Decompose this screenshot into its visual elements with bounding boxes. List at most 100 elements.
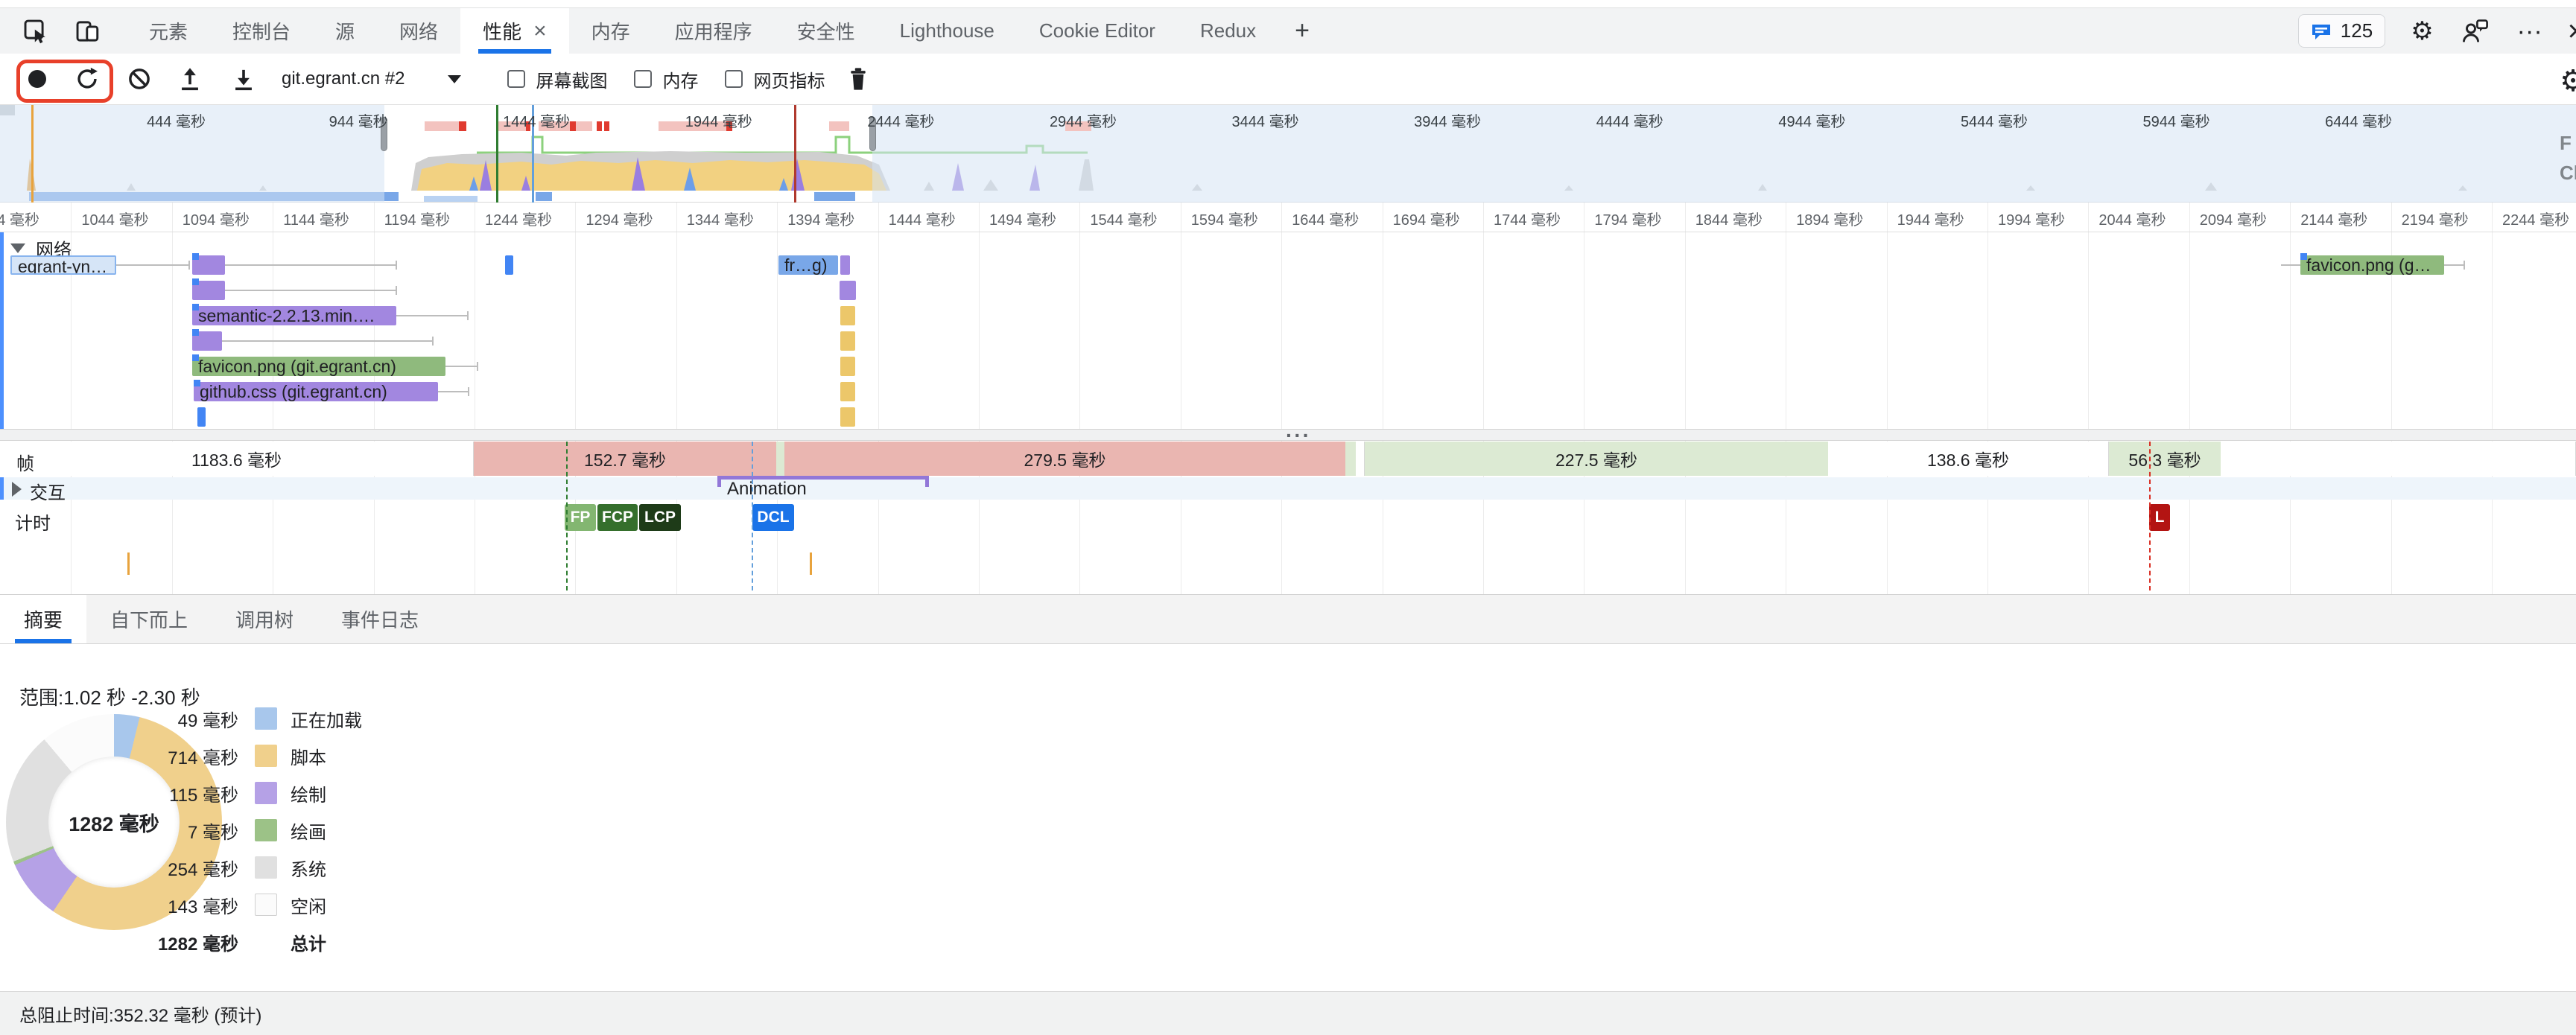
tab-源[interactable]: 源: [313, 8, 377, 54]
network-request-bar[interactable]: [840, 331, 855, 351]
legend-label: 总计: [291, 929, 326, 955]
network-request-bar[interactable]: [840, 306, 855, 325]
overview-marker-line: [31, 105, 34, 203]
tab-Redux[interactable]: Redux: [1178, 8, 1278, 54]
detail-time-ruler[interactable]: 994 毫秒1044 毫秒1094 毫秒1144 毫秒1194 毫秒1244 毫…: [0, 203, 2576, 232]
details-tab-摘要[interactable]: 摘要: [0, 595, 86, 643]
network-request-bar[interactable]: [197, 407, 206, 427]
details-panel: 摘要自下而上调用树事件日志 范围:1.02 秒 -2.30 秒 1282 毫秒 …: [0, 594, 2576, 991]
network-track-selected-indicator: [0, 232, 4, 429]
network-request-bar[interactable]: favicon.png (git.egrant.cn): [192, 357, 445, 376]
frame-bar[interactable]: [1359, 442, 1365, 476]
profile-select[interactable]: git.egrant.cn #2: [282, 69, 405, 89]
tab-安全性[interactable]: 安全性: [775, 8, 878, 54]
tab-性能[interactable]: 性能×: [460, 8, 569, 54]
capture-settings-gear-icon[interactable]: ⚙: [2560, 64, 2576, 98]
tab-应用程序[interactable]: 应用程序: [653, 8, 775, 54]
interactions-selected-indicator: [0, 477, 4, 500]
timing-marker-L[interactable]: L: [2149, 504, 2170, 531]
timeline-overview[interactable]: 444 毫秒944 毫秒1444 毫秒1944 毫秒2444 毫秒2944 毫秒…: [0, 105, 2576, 203]
details-tab-调用树[interactable]: 调用树: [212, 595, 317, 643]
record-button[interactable]: [28, 70, 46, 88]
devtools-tab-bar: 元素 控制台源网络性能× 内存应用程序安全性LighthouseCookie Edi…: [0, 7, 2576, 54]
tab-元素[interactable]: 元素: [127, 8, 210, 54]
timing-marker-FCP[interactable]: FCP: [597, 504, 638, 531]
tab-Cookie Editor[interactable]: Cookie Editor: [1017, 8, 1178, 54]
inspect-element-icon[interactable]: [19, 15, 52, 48]
tab-bar-right: 125 ⚙ ··· ×: [2298, 8, 2576, 54]
timing-marker-DCL[interactable]: DCL: [752, 504, 794, 531]
request-priority-icon: [192, 354, 199, 361]
ruler-label: 2144 毫秒: [2300, 208, 2367, 229]
tab-Lighthouse[interactable]: Lighthouse: [878, 8, 1017, 54]
profile-dropdown-caret[interactable]: [448, 75, 461, 83]
request-whisker-tick: [188, 261, 190, 270]
network-request-bar[interactable]: fr…g): [778, 255, 838, 275]
delete-recording-icon[interactable]: [846, 66, 871, 92]
overview-time-label: 5944 毫秒: [2091, 109, 2210, 131]
frame-bar[interactable]: 279.5 毫秒: [784, 442, 1345, 476]
tab-close-icon[interactable]: ×: [533, 19, 547, 44]
request-whisker: [225, 290, 396, 291]
request-waiting-segment: [2300, 255, 2349, 275]
frame-bar[interactable]: [2221, 442, 2576, 476]
network-request-bar[interactable]: [840, 382, 855, 401]
ruler-label: 2094 毫秒: [2200, 208, 2267, 229]
checkbox-网页指标[interactable]: [725, 70, 743, 88]
long-task-tip: [604, 121, 609, 131]
ruler-label: 1494 毫秒: [989, 208, 1056, 229]
more-options-icon[interactable]: ···: [2517, 19, 2542, 44]
legend-swatch: [255, 707, 277, 730]
network-request-bar[interactable]: semantic-2.2.13.min….: [192, 306, 396, 325]
frame-bar[interactable]: 1183.6 毫秒: [0, 442, 474, 476]
frame-bar[interactable]: 138.6 毫秒: [1828, 442, 2109, 476]
legend-label: 正在加载: [291, 706, 362, 732]
page-top-strip: [0, 0, 2576, 7]
request-whisker-tick: [468, 387, 469, 396]
frame-bar[interactable]: [776, 442, 784, 476]
expand-triangle-icon[interactable]: [12, 482, 22, 497]
tab-label: 控制台: [232, 17, 291, 45]
donut-total-label: 1282 毫秒: [6, 714, 222, 930]
network-request-bar[interactable]: egrant-yn…: [10, 255, 116, 275]
timing-marker-LCP[interactable]: LCP: [639, 504, 681, 531]
timing-marker-FP[interactable]: FP: [565, 504, 596, 531]
legend-swatch: [255, 745, 277, 767]
device-toolbar-icon[interactable]: [72, 15, 104, 48]
settings-gear-icon[interactable]: ⚙: [2411, 19, 2433, 44]
frame-bar[interactable]: 56.3 毫秒: [2109, 442, 2221, 476]
add-tab-button[interactable]: +: [1278, 8, 1326, 54]
checkbox-屏幕截图[interactable]: [507, 70, 525, 88]
close-devtools-icon[interactable]: ×: [2568, 16, 2576, 46]
track-resize-handle[interactable]: ···: [0, 429, 2576, 441]
network-request-bar[interactable]: favicon.png (g…: [2300, 255, 2444, 275]
clear-recording-icon[interactable]: [127, 66, 152, 92]
tab-控制台[interactable]: 控制台: [210, 8, 313, 54]
request-whisker: [396, 315, 467, 316]
save-profile-icon[interactable]: [231, 66, 256, 92]
ruler-label: 1844 毫秒: [1695, 208, 1763, 229]
tab-内存[interactable]: 内存: [569, 8, 653, 54]
total-blocking-time-label: 总阻止时间:352.32 毫秒 (预计): [19, 1001, 261, 1027]
tab-label: 元素: [149, 17, 188, 45]
issues-counter[interactable]: 125: [2298, 14, 2385, 48]
feedback-person-icon[interactable]: [2459, 15, 2492, 48]
tab-label: 内存: [591, 17, 630, 45]
ruler-label: 1194 毫秒: [384, 208, 451, 229]
network-request-bar[interactable]: [505, 255, 513, 275]
network-request-bar[interactable]: [840, 357, 855, 376]
frame-bar[interactable]: [1345, 442, 1356, 476]
tab-网络[interactable]: 网络: [377, 8, 460, 54]
details-tab-自下而上[interactable]: 自下而上: [86, 595, 212, 643]
reload-and-record-icon[interactable]: [74, 66, 100, 92]
details-tab-事件日志[interactable]: 事件日志: [317, 595, 442, 643]
network-request-bar[interactable]: [840, 255, 850, 275]
frame-bar[interactable]: 152.7 毫秒: [474, 442, 776, 476]
network-request-bar[interactable]: [840, 281, 856, 300]
frame-bar[interactable]: 227.5 毫秒: [1365, 442, 1828, 476]
network-request-bar[interactable]: github.css (git.egrant.cn): [194, 382, 438, 401]
checkbox-内存[interactable]: [634, 70, 652, 88]
request-whisker: [445, 366, 477, 367]
network-request-bar[interactable]: [840, 407, 855, 427]
load-profile-icon[interactable]: [177, 66, 203, 92]
